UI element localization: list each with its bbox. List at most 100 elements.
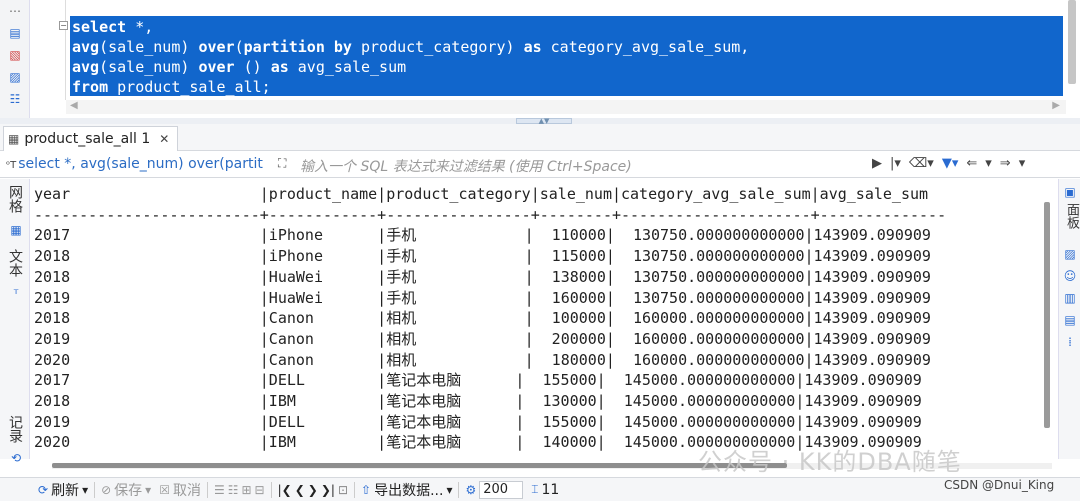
first-page-icon[interactable]: |❮ bbox=[278, 483, 292, 497]
smile-icon[interactable]: ☺ bbox=[1063, 269, 1077, 283]
sql-icon: ᵒT bbox=[6, 160, 17, 171]
editor-vertical-scrollbar[interactable] bbox=[1064, 0, 1080, 100]
edit-row-icon[interactable]: ☰ bbox=[214, 483, 225, 497]
result-text-view[interactable]: year |product_name|product_category|sale… bbox=[34, 184, 1034, 454]
sql-editor[interactable]: ⋯ ▤ ▧ ▨ ☷ − select *, avg(sale_num) over… bbox=[0, 0, 1080, 118]
expand-icon[interactable]: ⛶ bbox=[278, 156, 294, 174]
back-icon[interactable]: ⇐ bbox=[966, 156, 977, 171]
code-text: () bbox=[234, 58, 271, 76]
next-page-icon[interactable]: ❯ bbox=[308, 483, 318, 497]
tab-record[interactable]: 记录 bbox=[7, 415, 25, 443]
side-panels-bar: ▣ 面板 ▨ ☺ ▥ ▤ ⁞ bbox=[1058, 179, 1080, 459]
close-icon[interactable]: ✕ bbox=[159, 132, 169, 146]
result-row: 2020 |Canon |相机 | 180000| 160000.0000000… bbox=[34, 350, 931, 369]
keyword: as bbox=[523, 38, 542, 56]
result-row: 2019 |DELL |笔记本电脑 | 155000| 145000.00000… bbox=[34, 412, 922, 431]
navigation-buttons[interactable]: |❮ ❮ ❯ ❯| ⊡ bbox=[274, 483, 352, 497]
scroll-left-icon[interactable]: ◀ bbox=[70, 100, 78, 111]
prev-page-icon[interactable]: ❮ bbox=[295, 483, 305, 497]
result-row: 2019 |HuaWei |手机 | 160000| 130750.000000… bbox=[34, 288, 931, 307]
execute-script-icon[interactable]: ▤ bbox=[8, 26, 22, 40]
gear-icon[interactable]: ⚙ bbox=[465, 483, 476, 497]
grid-icon[interactable]: ▦ bbox=[9, 223, 23, 237]
fetch-size-control: ⚙ 200 bbox=[461, 480, 527, 499]
clear-filter-icon[interactable]: ⌫▾ bbox=[909, 156, 934, 171]
tab-product-sale-all[interactable]: ▦ product_sale_all 1 ✕ bbox=[3, 126, 179, 151]
cancel-icon: ☒ bbox=[159, 482, 170, 497]
scroll-right-icon[interactable]: ▶ bbox=[1052, 100, 1060, 111]
result-separator-line: -------------------------+------------+-… bbox=[34, 205, 947, 224]
fold-icon[interactable]: − bbox=[59, 21, 68, 30]
keyword: as bbox=[270, 58, 289, 76]
chart-icon[interactable]: ▥ bbox=[1063, 291, 1077, 305]
refresh-icon: ⟳ bbox=[38, 482, 49, 497]
filter-icon[interactable]: ▼▾ bbox=[942, 156, 959, 171]
divider bbox=[458, 481, 460, 498]
format-icon[interactable]: ☷ bbox=[8, 92, 22, 106]
divider bbox=[354, 481, 356, 498]
apply-filter-icon[interactable]: ▶ bbox=[872, 156, 882, 171]
keyword: select bbox=[72, 18, 127, 36]
export-button[interactable]: ⇧ 导出数据... ▾ bbox=[357, 480, 456, 500]
result-vertical-scrollbar[interactable] bbox=[1042, 202, 1052, 442]
tab-label: product_sale_all 1 bbox=[24, 131, 151, 147]
row-count-icon: ⌶ bbox=[531, 482, 539, 496]
dropdown-icon[interactable]: ▾ bbox=[446, 483, 452, 497]
query-preview[interactable]: ᵒT select *, avg(sale_num) over(partit bbox=[6, 156, 276, 176]
filter-controls: ▶ |▾ ⌫▾ ▼▾ ⇐ ▾ ⇒ ▾ bbox=[872, 156, 1025, 171]
cancel-button[interactable]: ☒ 取消 bbox=[155, 480, 205, 500]
keyword: avg bbox=[72, 38, 100, 56]
divider bbox=[270, 481, 272, 498]
refresh-button[interactable]: ⟳ 刷新 ▾ bbox=[0, 480, 92, 500]
code-text: *, bbox=[126, 18, 154, 36]
result-row: 2018 |IBM |笔记本电脑 | 130000| 145000.000000… bbox=[34, 392, 922, 411]
fetch-all-icon[interactable]: ⊡ bbox=[338, 483, 348, 497]
filter-history-icon[interactable]: |▾ bbox=[890, 156, 901, 171]
keyword: over bbox=[198, 38, 235, 56]
code-text: category_avg_sale_sum, bbox=[541, 38, 750, 56]
record-icon[interactable]: ⟲ bbox=[9, 451, 23, 465]
dropdown-icon[interactable]: ▾ bbox=[82, 483, 88, 497]
image-icon[interactable]: ▨ bbox=[1063, 247, 1077, 261]
keyword: over bbox=[198, 58, 235, 76]
cancel-label: 取消 bbox=[172, 482, 201, 499]
settings-icon[interactable]: ⁞ bbox=[1063, 335, 1077, 349]
scrollbar-thumb[interactable] bbox=[1044, 202, 1050, 428]
delete-row-icon[interactable]: ⊟ bbox=[255, 483, 265, 497]
result-header-line: year |product_name|product_category|sale… bbox=[34, 185, 929, 203]
divider bbox=[206, 481, 208, 498]
tab-text[interactable]: 文本 bbox=[7, 249, 25, 277]
forward-dropdown-icon[interactable]: ▾ bbox=[1019, 156, 1026, 171]
editor-horizontal-scrollbar[interactable]: ◀ ▶ bbox=[66, 100, 1066, 114]
new-script-icon[interactable]: ▧ bbox=[8, 48, 22, 62]
row-edit-buttons[interactable]: ☰ ☷ ⊞ ⊟ bbox=[210, 483, 269, 497]
code-line-2: avg(sale_num) over(partition by product_… bbox=[72, 38, 749, 56]
calc-icon[interactable]: ▤ bbox=[1063, 313, 1077, 327]
panels-icon[interactable]: ▣ bbox=[1063, 185, 1077, 199]
code-line-1: select *, bbox=[72, 18, 153, 36]
tab-grid[interactable]: 网格 bbox=[7, 185, 25, 213]
filter-bar: ᵒT select *, avg(sale_num) over(partit ⛶ … bbox=[0, 152, 1080, 178]
scrollbar-thumb[interactable] bbox=[1068, 0, 1076, 84]
add-row-icon[interactable]: ☷ bbox=[228, 483, 239, 497]
last-page-icon[interactable]: ❯| bbox=[321, 483, 335, 497]
result-tabbar: ▦ product_sale_all 1 ✕ bbox=[0, 124, 1080, 151]
explain-plan-icon[interactable]: ▨ bbox=[8, 70, 22, 84]
back-dropdown-icon[interactable]: ▾ bbox=[985, 156, 992, 171]
result-row: 2017 |DELL |笔记本电脑 | 155000| 145000.00000… bbox=[34, 371, 922, 390]
save-button[interactable]: ⊘ 保存 ▾ bbox=[97, 480, 155, 500]
grid-icon: ▦ bbox=[8, 132, 20, 146]
fetch-size-input[interactable]: 200 bbox=[479, 480, 524, 499]
scrollbar-thumb[interactable] bbox=[52, 463, 787, 468]
forward-icon[interactable]: ⇒ bbox=[1000, 156, 1011, 171]
sql-code[interactable]: select *, avg(sale_num) over(partition b… bbox=[72, 17, 749, 97]
text-icon[interactable]: ᵀ bbox=[9, 287, 23, 301]
code-text: product_category) bbox=[351, 38, 524, 56]
filter-input[interactable]: 输入一个 SQL 表达式来过滤结果 (使用 Ctrl+Space) bbox=[300, 156, 860, 176]
tab-panels[interactable]: 面板 bbox=[1062, 203, 1080, 229]
code-text: (sale_num) bbox=[99, 38, 199, 56]
result-row: 2018 |Canon |相机 | 100000| 160000.0000000… bbox=[34, 309, 931, 328]
more-icon[interactable]: ⋯ bbox=[8, 4, 22, 18]
dropdown-icon[interactable]: ▾ bbox=[145, 483, 151, 497]
copy-row-icon[interactable]: ⊞ bbox=[241, 483, 251, 497]
